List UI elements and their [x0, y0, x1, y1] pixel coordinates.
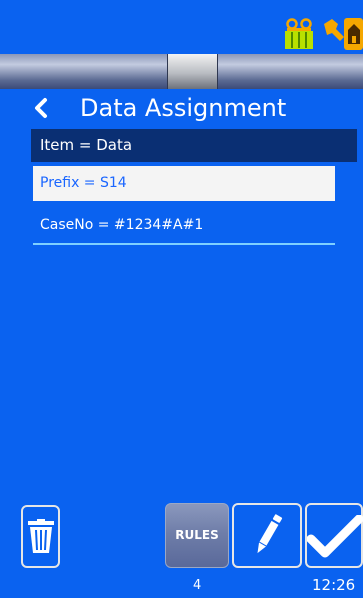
printer-icon: [285, 18, 313, 49]
list-header: Item = Data: [31, 129, 357, 162]
trash-icon: [28, 519, 54, 553]
list-item-prefix[interactable]: Prefix = S14: [33, 166, 335, 201]
list-item-caseno[interactable]: CaseNo = #1234#A#1: [33, 207, 335, 245]
bottom-status-bar: 4 12:26: [0, 571, 363, 598]
title-row: Data Assignment: [0, 89, 363, 127]
count-indicator: 4: [193, 578, 202, 593]
pencil-icon: [257, 514, 283, 554]
back-icon[interactable]: [34, 97, 48, 119]
panel-pull-handle[interactable]: [167, 54, 218, 89]
page-title: Data Assignment: [80, 94, 287, 122]
edit-button[interactable]: [232, 503, 302, 568]
clock: 12:26: [312, 576, 356, 594]
delete-button[interactable]: [21, 505, 60, 568]
rules-label: RULES: [175, 528, 219, 542]
rules-button[interactable]: RULES: [165, 503, 229, 568]
tool-warning-icon[interactable]: [320, 16, 363, 52]
status-bar: [0, 0, 363, 54]
confirm-button[interactable]: [305, 503, 363, 568]
checkmark-icon: [307, 515, 363, 558]
